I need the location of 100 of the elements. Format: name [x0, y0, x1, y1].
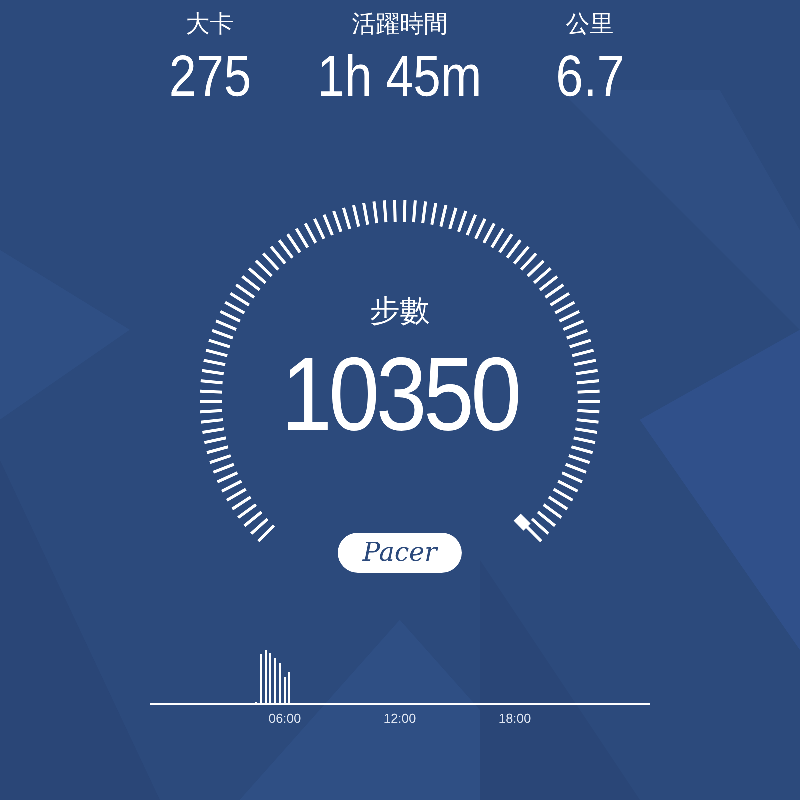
- steps-count: 10350: [280, 336, 520, 455]
- gauge-tick: [482, 223, 496, 244]
- gauge-tick: [533, 268, 552, 284]
- activity-sparkline: [253, 648, 293, 704]
- gauge-tick: [403, 200, 407, 222]
- gauge-tick: [216, 320, 238, 332]
- gauge-tick: [457, 210, 468, 232]
- gauge-tick: [372, 201, 378, 224]
- gauge-tick: [550, 292, 570, 307]
- gauge-tick: [236, 284, 256, 299]
- gauge-tick: [553, 488, 574, 502]
- gauge-tick: [200, 380, 223, 385]
- gauge-tick: [548, 496, 568, 511]
- gauge-tick: [213, 463, 235, 474]
- gauge-tick: [531, 518, 550, 536]
- gauge-tick: [576, 418, 599, 424]
- gauge-tick: [578, 400, 600, 404]
- gauge-tick: [544, 284, 564, 299]
- steps-label: 步數: [369, 294, 431, 330]
- gauge-tick: [513, 246, 530, 265]
- gauge-tick: [204, 359, 226, 366]
- gauge-tick: [558, 480, 579, 493]
- gauge-tick: [202, 369, 224, 376]
- gauge-tick: [352, 205, 360, 228]
- gauge-tick: [232, 496, 252, 511]
- gauge-tick: [412, 200, 418, 223]
- gauge-tick: [474, 218, 487, 240]
- stat-value: 1h 45m: [318, 43, 482, 111]
- axis-label: 06:00: [268, 710, 302, 728]
- gauge-tick: [498, 234, 514, 254]
- gauge-tick: [576, 369, 598, 376]
- gauge-tick: [490, 228, 505, 248]
- gauge-tick: [206, 349, 228, 358]
- gauge-tick: [332, 210, 343, 232]
- gauge-tick: [572, 349, 594, 358]
- gauge-tick: [220, 310, 241, 323]
- gauge-tick: [382, 200, 388, 223]
- gauge-tick: [200, 390, 222, 394]
- gauge-tick: [212, 329, 234, 340]
- gauge-tick: [570, 339, 592, 348]
- gauge-tick: [258, 524, 276, 542]
- gauge-tick: [393, 200, 397, 222]
- gauge-tick: [466, 214, 478, 236]
- gauge-tick: [244, 511, 263, 528]
- gauge-tick: [230, 292, 250, 307]
- gauge-tick: [250, 518, 269, 536]
- stat-value: 6.7: [556, 43, 624, 111]
- stat-value: 275: [168, 43, 252, 111]
- gauge-tick: [304, 223, 318, 244]
- gauge-tick: [313, 218, 326, 240]
- gauge-tick: [206, 446, 229, 454]
- gauge-tick: [506, 240, 522, 259]
- gauge-tick: [224, 301, 246, 315]
- gauge-tick: [217, 472, 238, 484]
- gauge-tick: [238, 504, 258, 520]
- axis-label: 18:00: [498, 710, 532, 728]
- gauge-tick: [248, 268, 267, 284]
- gauge-tick: [524, 524, 542, 542]
- gauge-tick: [562, 320, 584, 332]
- gauge-tick: [200, 409, 222, 414]
- gauge-tick: [537, 511, 556, 528]
- stat-label: 活躍時間: [352, 10, 448, 40]
- gauge-tick: [542, 504, 562, 520]
- gauge-tick: [578, 409, 600, 414]
- gauge-tick: [430, 203, 438, 226]
- gauge-tick: [362, 203, 370, 226]
- gauge-tick: [202, 428, 225, 434]
- gauge-tick: [270, 246, 287, 265]
- gauge-tick: [568, 454, 590, 464]
- gauge-tick: [210, 454, 232, 464]
- gauge-tick: [574, 359, 596, 366]
- gauge-tick: [562, 472, 583, 484]
- gauge-tick: [565, 463, 587, 474]
- gauge-tick: [295, 228, 310, 248]
- gauge-tick: [566, 329, 588, 340]
- gauge-tick: [422, 201, 428, 224]
- gauge-tick: [448, 208, 458, 230]
- stat-label: 公里: [566, 10, 614, 40]
- gauge-tick: [526, 260, 545, 278]
- gauge-tick: [554, 301, 576, 315]
- gauge-tick: [278, 240, 294, 259]
- axis-label: 12:00: [382, 710, 418, 728]
- gauge-tick: [575, 428, 598, 434]
- gauge-tick: [201, 418, 224, 424]
- gauge-tick: [221, 480, 242, 493]
- gauge-tick: [200, 400, 222, 404]
- gauge-tick: [342, 208, 352, 230]
- logo: Pacer: [338, 533, 462, 573]
- gauge-tick: [539, 275, 558, 292]
- gauge-tick: [255, 260, 274, 278]
- gauge-tick: [577, 380, 600, 385]
- gauge-tick: [286, 234, 302, 254]
- gauge-tick: [520, 252, 538, 271]
- gauge-tick: [208, 339, 230, 348]
- gauge-tick: [559, 310, 580, 323]
- gauge-tick: [262, 252, 280, 271]
- gauge-tick: [571, 446, 594, 454]
- gauge-tick: [578, 390, 600, 394]
- gauge-tick: [242, 275, 261, 292]
- gauge-tick: [440, 205, 448, 228]
